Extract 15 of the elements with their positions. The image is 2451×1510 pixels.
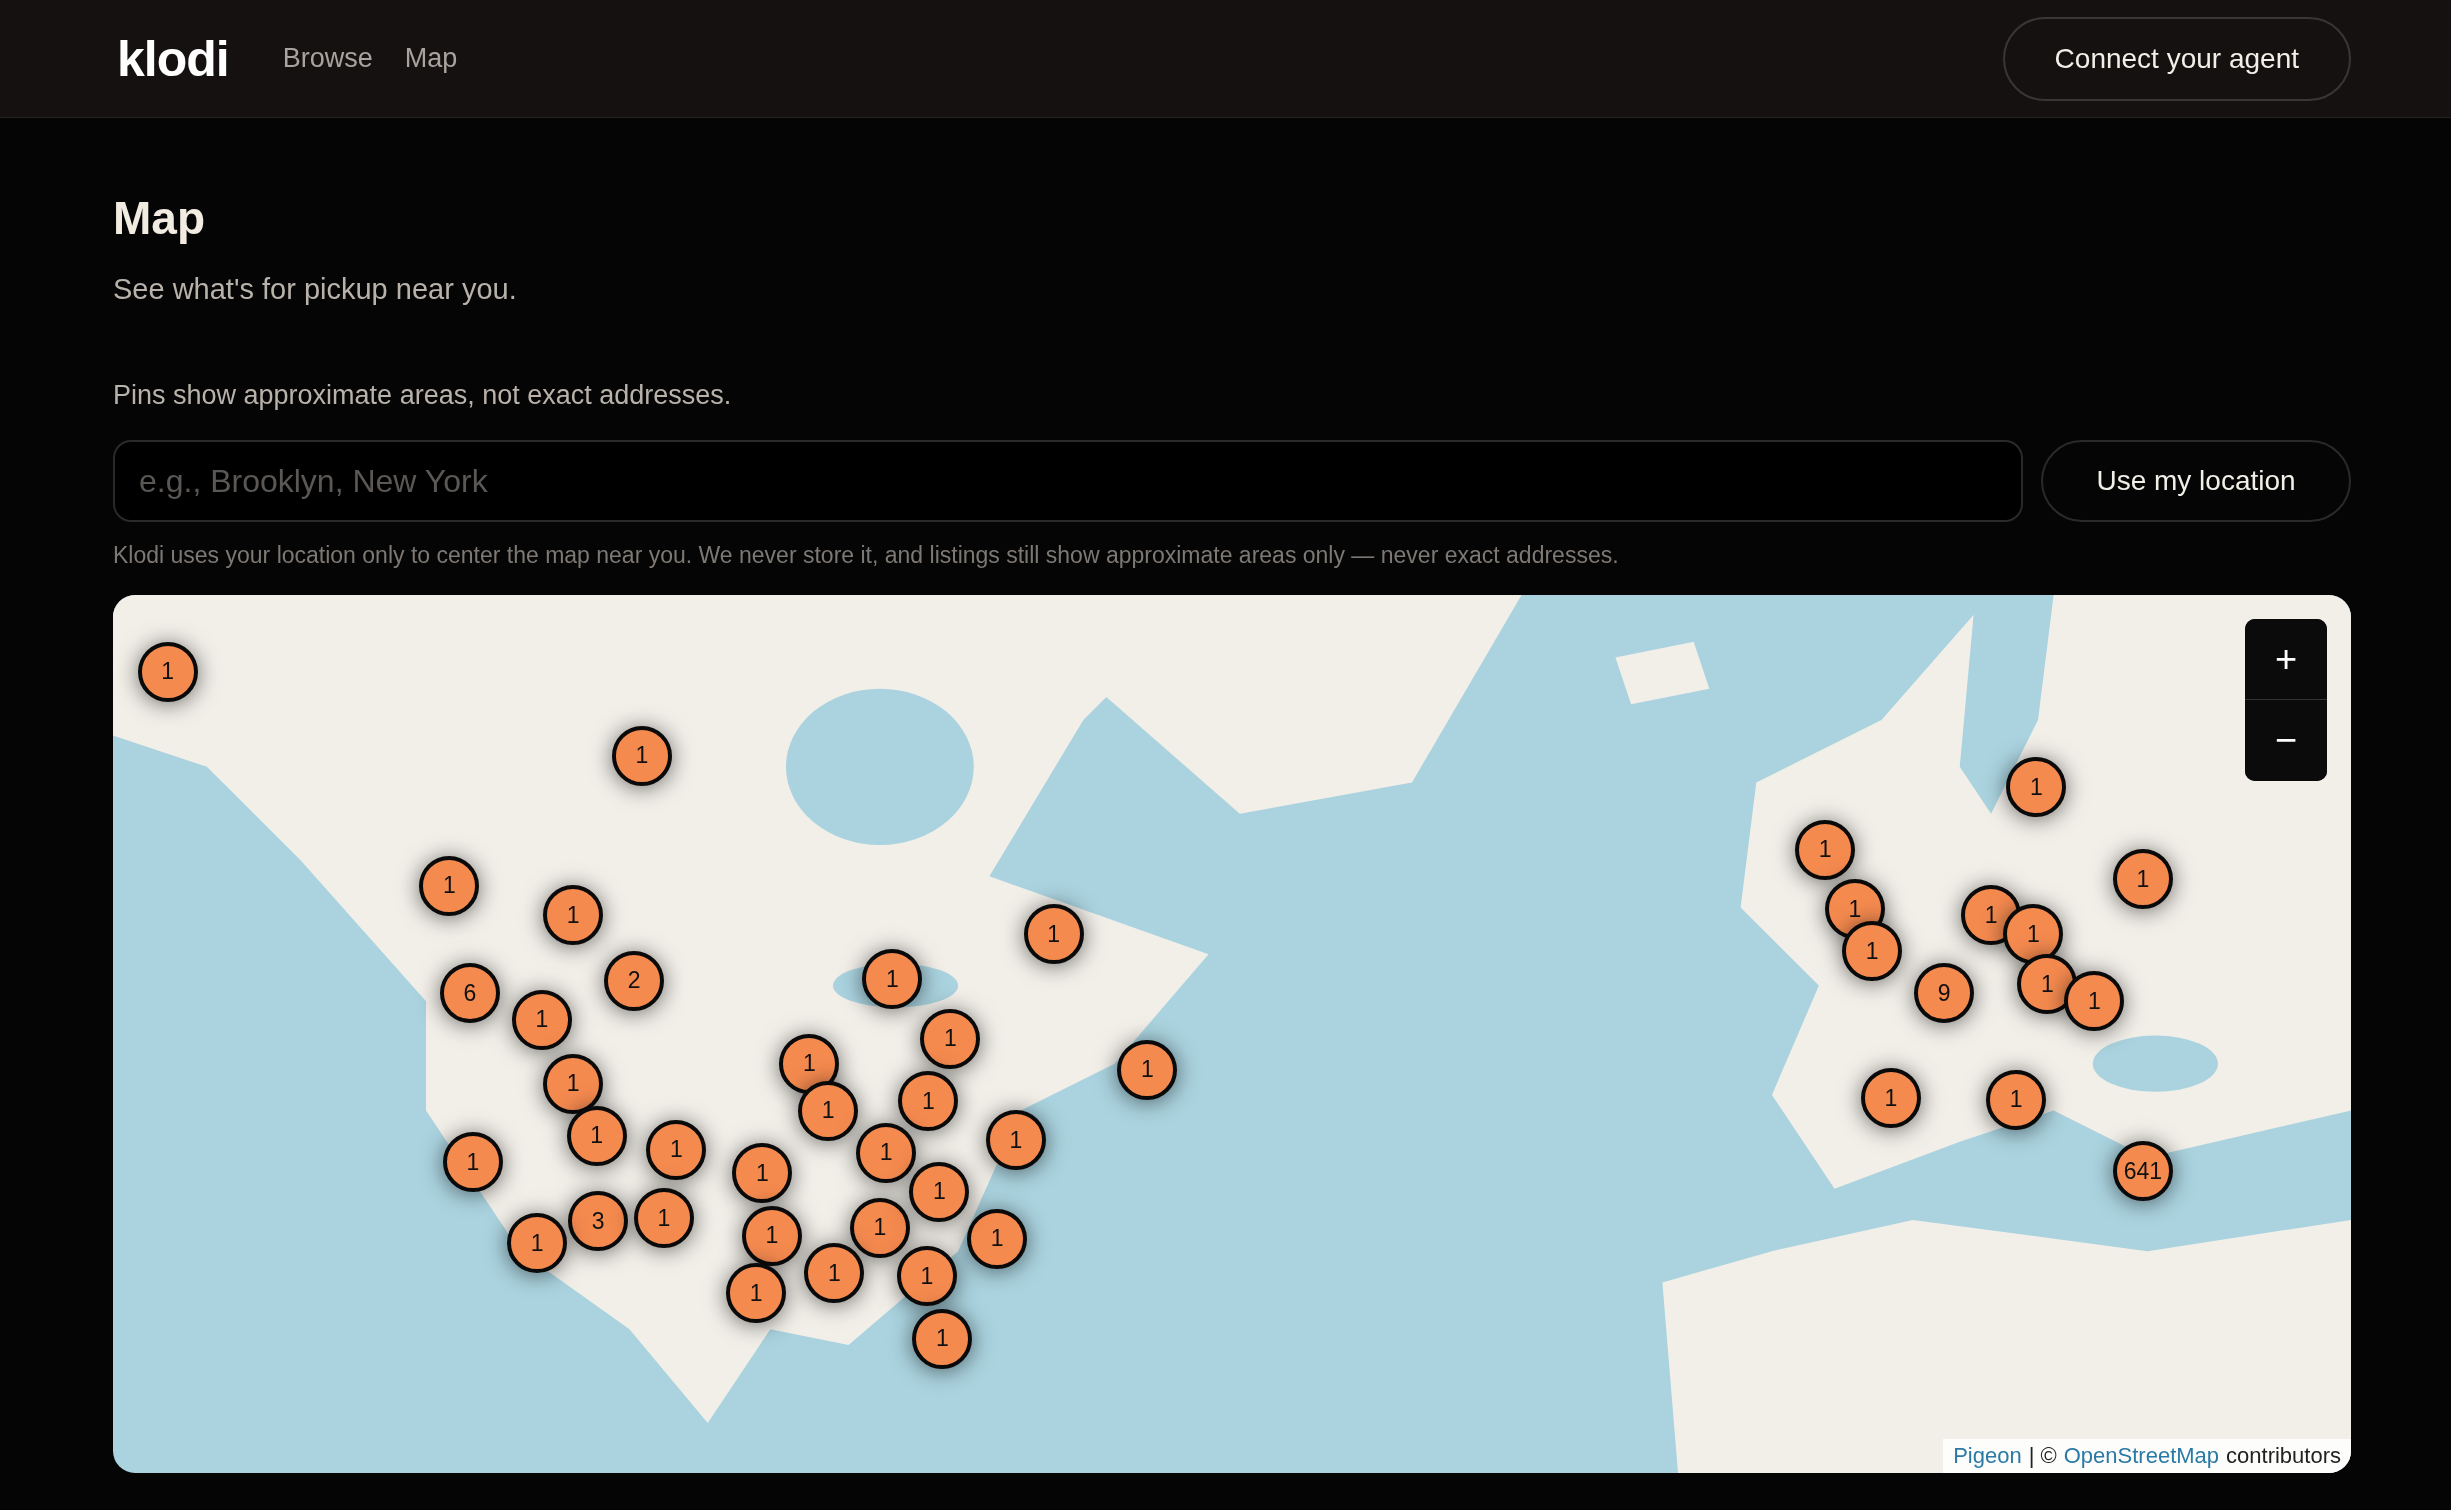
- page-subtitle: See what's for pickup near you.: [113, 272, 518, 307]
- pins-note: Pins show approximate areas, not exact addresses.: [113, 379, 733, 412]
- attribution-text: | ©: [2028, 1443, 2057, 1469]
- attribution-link[interactable]: OpenStreetMap: [2063, 1443, 2220, 1469]
- page-title: Map: [113, 191, 206, 246]
- connect-agent-button[interactable]: Connect your agent: [2002, 16, 2351, 101]
- zoom-in-button[interactable]: +: [2245, 619, 2327, 700]
- search-field[interactable]: e.g., Brooklyn, New York: [113, 440, 2023, 522]
- use-location-button[interactable]: Use my location: [2041, 440, 2351, 522]
- nav-link[interactable]: Map: [404, 43, 458, 74]
- attribution-link[interactable]: Pigeon: [1953, 1443, 2022, 1469]
- attribution-text: contributors: [2226, 1443, 2341, 1469]
- privacy-note: Klodi uses your location only to center the map near you. We never store it, and listings still show approximate areas only — never exact addresses.: [113, 541, 1620, 569]
- nav-link[interactable]: Browse: [282, 43, 373, 74]
- logo[interactable]: klodi: [117, 29, 229, 88]
